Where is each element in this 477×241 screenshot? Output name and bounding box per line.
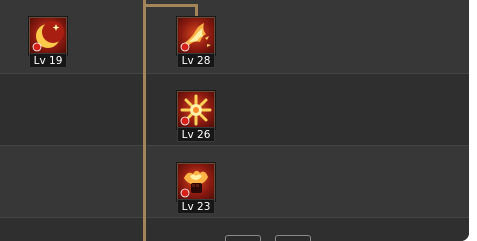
flame-burst-icon bbox=[177, 17, 215, 55]
row-divider bbox=[0, 145, 469, 146]
skill-slot-empty[interactable] bbox=[225, 235, 261, 241]
skill-slot-flame-burst[interactable]: Lv 28 bbox=[177, 17, 215, 68]
skill-tree-connector-vertical bbox=[143, 0, 146, 241]
skill-tree-row bbox=[0, 0, 469, 73]
game-screen: Lv 19 Lv 28 Lv 26 Lv 23 bbox=[0, 0, 477, 241]
skill-slot-fire-fist[interactable]: Lv 23 bbox=[177, 163, 215, 214]
row-divider bbox=[0, 217, 469, 218]
row-divider bbox=[0, 73, 469, 74]
sunburst-icon bbox=[177, 91, 215, 129]
skill-level-label: Lv 23 bbox=[177, 199, 215, 214]
skill-level-label: Lv 28 bbox=[177, 53, 215, 68]
skill-tree-row bbox=[0, 73, 469, 145]
skill-level-label: Lv 26 bbox=[177, 127, 215, 142]
fire-fist-icon bbox=[177, 163, 215, 201]
skill-tree-row bbox=[0, 145, 469, 217]
skill-tree-connector-branch bbox=[195, 4, 198, 18]
skill-slot-crescent-moon[interactable]: Lv 19 bbox=[29, 17, 67, 68]
skill-slot-sunburst[interactable]: Lv 26 bbox=[177, 91, 215, 142]
crescent-moon-icon bbox=[29, 17, 67, 55]
skill-tree-connector-horizontal bbox=[143, 4, 198, 7]
skill-tree-panel: Lv 19 Lv 28 Lv 26 Lv 23 bbox=[0, 0, 469, 241]
skill-level-label: Lv 19 bbox=[29, 53, 67, 68]
skill-slot-empty[interactable] bbox=[275, 235, 311, 241]
